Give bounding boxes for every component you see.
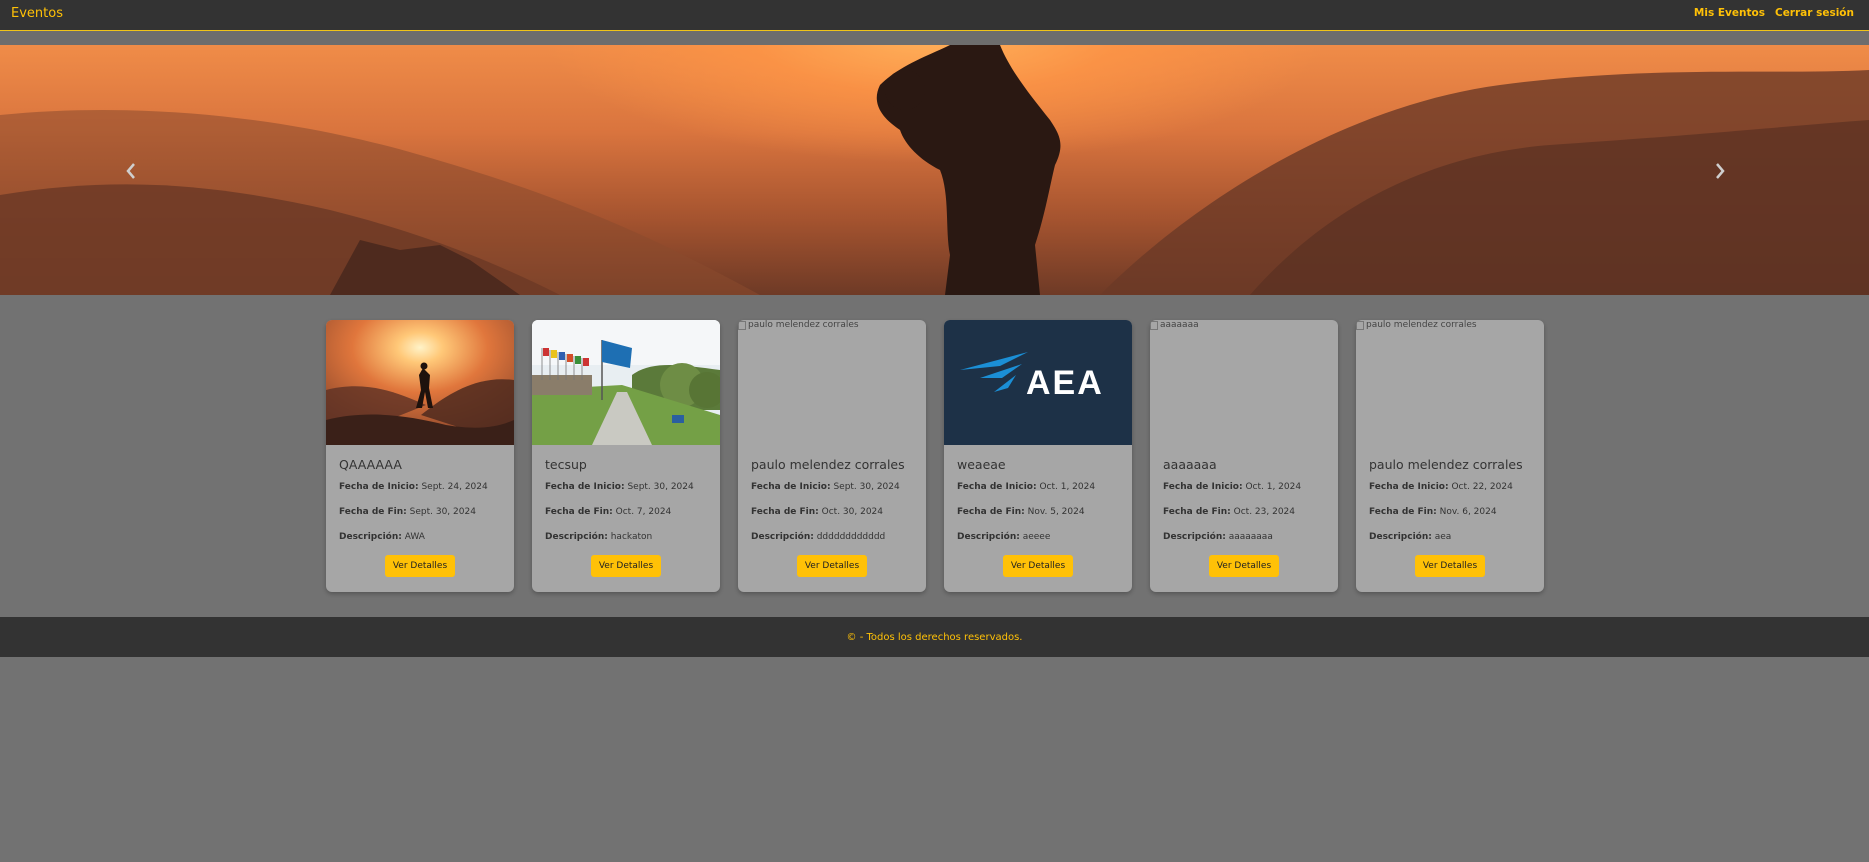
copyright-text: © - Todos los derechos reservados.	[846, 631, 1023, 643]
navbar: Eventos Mis Eventos Cerrar sesión	[0, 0, 1869, 31]
nav-link-cerrar-sesion[interactable]: Cerrar sesión	[1775, 7, 1854, 19]
event-end-date: Fecha de Fin: Nov. 6, 2024	[1369, 507, 1497, 517]
event-description: Descripción: aaaaaaaa	[1163, 532, 1273, 542]
event-card: AEA weaeae Fecha de Inicio: Oct. 1, 2024…	[944, 320, 1132, 592]
hero-image	[0, 45, 1869, 295]
view-details-button[interactable]: Ver Detalles	[591, 555, 661, 577]
carousel-next-button[interactable]	[1715, 163, 1745, 193]
event-end-date: Fecha de Fin: Oct. 23, 2024	[1163, 507, 1296, 517]
view-details-button[interactable]: Ver Detalles	[797, 555, 867, 577]
event-description: Descripción: aeeee	[957, 532, 1051, 542]
image-alt-text: paulo melendez corrales	[748, 320, 859, 330]
carousel-prev-button[interactable]	[126, 163, 156, 193]
event-image: AEA	[944, 320, 1132, 445]
event-description: Descripción: hackaton	[545, 532, 653, 542]
event-image-broken: paulo melendez corrales	[1356, 320, 1544, 445]
view-details-button[interactable]: Ver Detalles	[1209, 555, 1279, 577]
event-card: tecsup Fecha de Inicio: Sept. 30, 2024 F…	[532, 320, 720, 592]
event-cards: QAAAAAA Fecha de Inicio: Sept. 24, 2024 …	[326, 320, 1544, 592]
event-start-date: Fecha de Inicio: Sept. 24, 2024	[339, 482, 488, 492]
event-description: Descripción: AWA	[339, 532, 425, 542]
event-start-date: Fecha de Inicio: Sept. 30, 2024	[751, 482, 900, 492]
view-details-button[interactable]: Ver Detalles	[1415, 555, 1485, 577]
event-title: QAAAAAA	[339, 457, 402, 472]
event-end-date: Fecha de Fin: Oct. 7, 2024	[545, 507, 672, 517]
chevron-left-icon	[126, 163, 135, 179]
hero-carousel	[0, 45, 1869, 295]
aea-logo-text: AEA	[1026, 364, 1104, 402]
event-card: QAAAAAA Fecha de Inicio: Sept. 24, 2024 …	[326, 320, 514, 592]
event-title: paulo melendez corrales	[1369, 457, 1523, 472]
chevron-right-icon	[1716, 163, 1725, 179]
event-image-broken: paulo melendez corrales	[738, 320, 926, 445]
event-description: Descripción: aea	[1369, 532, 1452, 542]
event-image-broken: aaaaaaa	[1150, 320, 1338, 445]
event-end-date: Fecha de Fin: Nov. 5, 2024	[957, 507, 1085, 517]
event-start-date: Fecha de Inicio: Oct. 1, 2024	[1163, 482, 1302, 492]
event-image	[326, 320, 514, 445]
event-title: paulo melendez corrales	[751, 457, 905, 472]
footer: © - Todos los derechos reservados.	[0, 617, 1869, 657]
event-end-date: Fecha de Fin: Oct. 30, 2024	[751, 507, 884, 517]
event-card: aaaaaaa aaaaaaa Fecha de Inicio: Oct. 1,…	[1150, 320, 1338, 592]
brand-link[interactable]: Eventos	[11, 6, 63, 21]
event-start-date: Fecha de Inicio: Oct. 22, 2024	[1369, 482, 1513, 492]
event-card: paulo melendez corrales paulo melendez c…	[738, 320, 926, 592]
event-card: paulo melendez corrales paulo melendez c…	[1356, 320, 1544, 592]
view-details-button[interactable]: Ver Detalles	[1003, 555, 1073, 577]
event-image	[532, 320, 720, 445]
image-alt-text: aaaaaaa	[1160, 320, 1199, 330]
event-start-date: Fecha de Inicio: Sept. 30, 2024	[545, 482, 694, 492]
event-description: Descripción: dddddddddddd	[751, 532, 886, 542]
event-title: tecsup	[545, 457, 587, 472]
nav-link-mis-eventos[interactable]: Mis Eventos	[1694, 7, 1765, 19]
event-title: weaeae	[957, 457, 1006, 472]
event-title: aaaaaaa	[1163, 457, 1217, 472]
navbar-spacer	[0, 31, 1869, 45]
nav-links: Mis Eventos Cerrar sesión	[1694, 7, 1854, 19]
view-details-button[interactable]: Ver Detalles	[385, 555, 455, 577]
image-alt-text: paulo melendez corrales	[1366, 320, 1477, 330]
event-end-date: Fecha de Fin: Sept. 30, 2024	[339, 507, 476, 517]
event-start-date: Fecha de Inicio: Oct. 1, 2024	[957, 482, 1096, 492]
